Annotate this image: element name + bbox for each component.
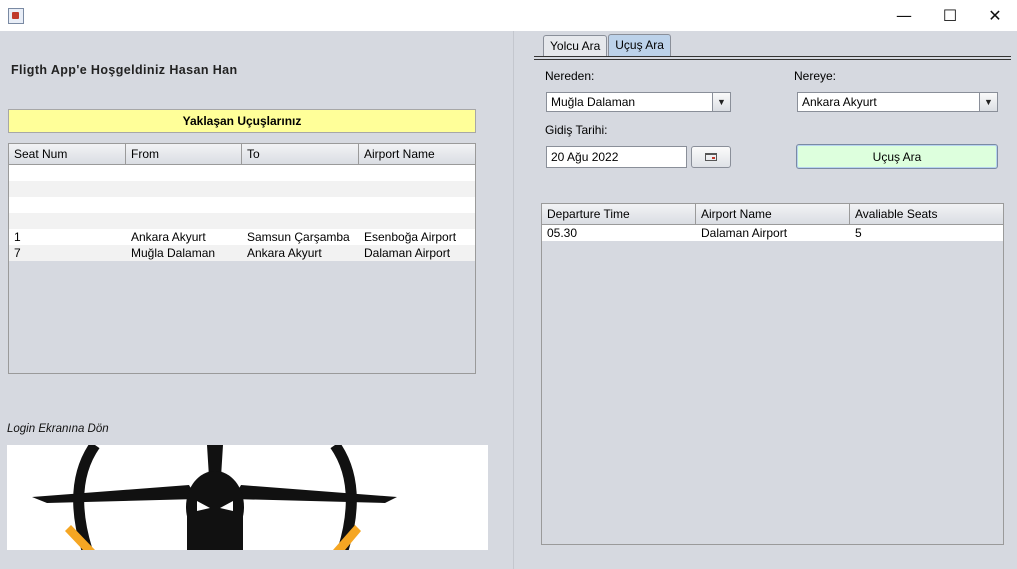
departure-date-field[interactable]: 20 Ağu 2022 <box>546 146 687 168</box>
table-row[interactable] <box>9 213 475 229</box>
column-header-airport-name[interactable]: Airport Name <box>359 144 475 164</box>
table-row[interactable] <box>9 165 475 181</box>
column-header-available-seats[interactable]: Avaliable Seats <box>850 204 1003 224</box>
left-panel: Fligth App'e Hoşgeldiniz Hasan Han Yakla… <box>0 31 513 569</box>
close-button[interactable]: ✕ <box>972 0 1017 31</box>
table-row[interactable]: 1 Ankara Akyurt Samsun Çarşamba Esenboğa Ai… <box>9 229 475 245</box>
triangle-down-icon[interactable]: ▼ <box>979 93 997 111</box>
results-table-body: 05.30 Dalaman Airport 5 <box>542 225 1003 241</box>
maximize-button[interactable]: ☐ <box>927 0 973 31</box>
java-app-icon <box>8 8 24 24</box>
to-label: Nereye: <box>794 69 837 83</box>
right-panel: Yolcu Ara Uçuş Ara Nereden: Muğla Dalama… <box>514 31 1017 569</box>
column-header-airport-name[interactable]: Airport Name <box>696 204 850 224</box>
date-label: Gidiş Tarihi: <box>545 123 608 137</box>
table-cell: Esenboğa Airport <box>364 230 457 244</box>
table-cell <box>9 197 126 213</box>
minimize-button[interactable]: — <box>881 0 927 31</box>
tab-yolcu-ara[interactable]: Yolcu Ara <box>543 35 608 56</box>
calendar-button[interactable] <box>691 146 731 168</box>
table-cell: 5 <box>855 226 862 240</box>
table-cell <box>359 181 475 197</box>
table-cell: Dalaman Airport <box>701 226 788 240</box>
upcoming-flights-table[interactable]: Seat Num From To Airport Name 1 Ankara Ak… <box>8 143 476 374</box>
table-cell <box>126 213 242 229</box>
table-cell: 1 <box>14 230 21 244</box>
triangle-down-icon[interactable]: ▼ <box>712 93 730 111</box>
column-header-seat-num[interactable]: Seat Num <box>9 144 126 164</box>
table-cell <box>9 165 126 181</box>
tab-content-border <box>534 56 1011 60</box>
tab-bar: Yolcu Ara Uçuş Ara <box>543 34 672 57</box>
table-cell <box>359 197 475 213</box>
table-row[interactable] <box>9 181 475 197</box>
table-cell <box>242 213 359 229</box>
table-cell: 05.30 <box>547 226 578 240</box>
table-cell: Ankara Akyurt <box>131 230 206 244</box>
table-cell <box>126 181 242 197</box>
upcoming-table-header: Seat Num From To Airport Name <box>9 144 475 165</box>
upcoming-flights-header: Yaklaşan Uçuşlarınız <box>8 109 476 133</box>
from-select-value: Muğla Dalaman <box>551 95 636 109</box>
upcoming-table-body: 1 Ankara Akyurt Samsun Çarşamba Esenboğa Ai… <box>9 165 475 261</box>
column-header-to[interactable]: To <box>242 144 359 164</box>
table-cell: 7 <box>14 246 21 260</box>
column-header-from[interactable]: From <box>126 144 242 164</box>
welcome-text: Fligth App'e Hoşgeldiniz Hasan Han <box>11 63 238 77</box>
calendar-icon <box>705 153 717 161</box>
from-select[interactable]: Muğla Dalaman ▼ <box>546 92 731 112</box>
table-cell <box>242 181 359 197</box>
airplane-logo-icon <box>32 445 397 550</box>
table-row[interactable] <box>9 197 475 213</box>
table-cell: Ankara Akyurt <box>247 246 322 260</box>
airplane-logo <box>7 445 488 550</box>
flight-results-table[interactable]: Departure Time Airport Name Avaliable Se… <box>541 203 1004 545</box>
tab-ucus-ara[interactable]: Uçuş Ara <box>608 34 671 57</box>
to-select[interactable]: Ankara Akyurt ▼ <box>797 92 998 112</box>
table-cell <box>242 197 359 213</box>
from-label: Nereden: <box>545 69 595 83</box>
column-header-departure-time[interactable]: Departure Time <box>542 204 696 224</box>
table-cell: Muğla Dalaman <box>131 246 216 260</box>
table-cell: Dalaman Airport <box>364 246 451 260</box>
results-table-header: Departure Time Airport Name Avaliable Se… <box>542 204 1003 225</box>
search-flight-button[interactable]: Uçuş Ara <box>796 144 998 169</box>
table-cell <box>359 165 475 181</box>
window-titlebar: — ☐ ✕ <box>0 0 1017 31</box>
table-cell <box>359 213 475 229</box>
table-cell <box>126 197 242 213</box>
departure-date-value: 20 Ağu 2022 <box>551 150 619 164</box>
to-select-value: Ankara Akyurt <box>802 95 877 109</box>
table-cell <box>9 213 126 229</box>
table-cell <box>126 165 242 181</box>
table-cell <box>242 165 359 181</box>
table-cell: Samsun Çarşamba <box>247 230 350 244</box>
table-cell <box>9 181 126 197</box>
table-row[interactable]: 7 Muğla Dalaman Ankara Akyurt Dalaman Airpo… <box>9 245 475 261</box>
back-to-login-link[interactable]: Login Ekranına Dön <box>7 423 109 435</box>
table-row[interactable]: 05.30 Dalaman Airport 5 <box>542 225 1003 241</box>
